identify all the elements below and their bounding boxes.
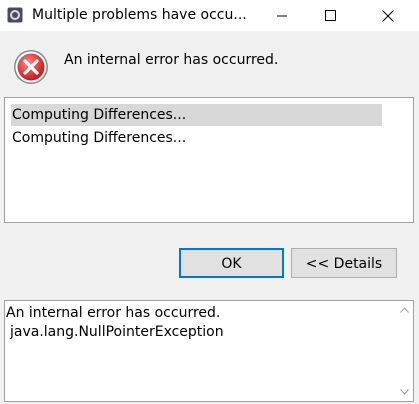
minimize-icon xyxy=(277,15,287,16)
details-text-area[interactable]: An internal error has occurred. java.lan… xyxy=(4,300,414,402)
details-line: java.lang.NullPointerException xyxy=(10,324,224,340)
close-button[interactable] xyxy=(365,0,411,31)
minimize-button[interactable] xyxy=(259,0,305,31)
details-line: An internal error has occurred. xyxy=(6,305,221,321)
error-icon xyxy=(13,49,49,85)
list-item[interactable]: Computing Differences... xyxy=(11,104,382,126)
vertical-scrollbar[interactable] xyxy=(396,301,413,401)
scroll-up-icon[interactable] xyxy=(400,307,409,313)
window-title: Multiple problems have occu... xyxy=(32,7,247,23)
maximize-button[interactable] xyxy=(307,0,353,31)
list-item[interactable]: Computing Differences... xyxy=(11,127,186,149)
details-button[interactable]: << Details xyxy=(291,248,397,278)
error-dialog: Multiple problems have occu... An intern… xyxy=(0,0,419,404)
scroll-down-icon[interactable] xyxy=(400,389,409,395)
problems-list[interactable]: Computing Differences... Computing Diffe… xyxy=(4,97,414,223)
error-message: An internal error has occurred. xyxy=(64,52,279,68)
ok-button[interactable]: OK xyxy=(179,248,284,278)
close-icon xyxy=(382,9,394,22)
maximize-icon xyxy=(324,10,336,21)
eclipse-app-icon xyxy=(7,7,23,23)
title-bar[interactable]: Multiple problems have occu... xyxy=(0,0,419,31)
